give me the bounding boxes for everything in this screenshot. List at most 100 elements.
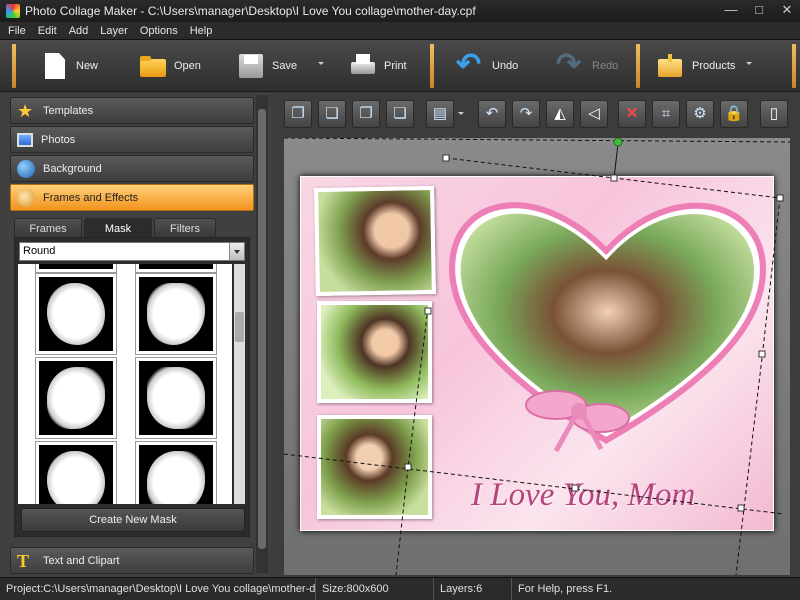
undo-button[interactable]: Undo (456, 46, 518, 86)
align-icon[interactable]: ▤ (426, 100, 454, 128)
app-icon (6, 4, 20, 18)
send-backward-icon[interactable]: ❏ (386, 100, 414, 128)
printer-icon (348, 51, 378, 81)
minimize-icon[interactable]: — (722, 2, 740, 18)
tab-filters[interactable]: Filters (154, 218, 216, 238)
undo-label: Undo (492, 60, 519, 72)
disk-icon (236, 51, 266, 81)
redo-label: Redo (592, 60, 619, 72)
section-label: Background (43, 162, 102, 175)
collage-photo[interactable] (317, 301, 432, 403)
print-button[interactable]: Print (348, 46, 407, 86)
rotate-right-icon[interactable]: ↷ (512, 100, 540, 128)
effects-tabs: Frames Mask Filters (14, 218, 250, 238)
chevron-down-icon[interactable] (229, 243, 244, 260)
create-new-mask-button[interactable]: Create New Mask (21, 508, 245, 532)
mask-thumbnail[interactable] (36, 264, 116, 272)
products-dropdown-icon[interactable] (746, 62, 752, 65)
toolbar-separator (12, 44, 16, 88)
new-label: New (76, 60, 99, 72)
mask-thumbnail[interactable] (136, 442, 216, 504)
canvas-toolbar: ❐ ❏ ❐ ❏ ▤ ↶ ↷ ◭ ◁ ✕ ⌗ ⚙ 🔒 ▯ (284, 98, 790, 132)
mask-thumbnail[interactable] (36, 274, 116, 354)
status-help: For Help, press F1. (518, 582, 613, 595)
settings-icon[interactable]: ⚙ (686, 100, 714, 128)
menu-bar: File Edit Add Layer Options Help (0, 22, 800, 40)
window-title: Photo Collage Maker - C:\Users\manager\D… (25, 4, 476, 18)
mask-type-select[interactable]: Round (19, 242, 245, 261)
star-icon: ★ (17, 100, 34, 121)
mask-scrollbar[interactable] (234, 264, 245, 504)
left-panel-scrollbar[interactable] (256, 95, 268, 573)
new-button[interactable]: New (40, 46, 98, 86)
caption-text[interactable]: I Love You, Mom (471, 477, 771, 514)
mask-type-value: Round (23, 245, 56, 257)
save-button[interactable]: Save (236, 46, 297, 86)
new-document-icon (45, 53, 65, 79)
mask-thumbnail[interactable] (136, 264, 216, 272)
mask-thumbnail[interactable] (136, 274, 216, 354)
folder-icon (138, 51, 168, 81)
menu-help[interactable]: Help (190, 25, 213, 37)
title-bar: Photo Collage Maker - C:\Users\manager\D… (0, 0, 800, 22)
menu-options[interactable]: Options (140, 25, 178, 37)
menu-add[interactable]: Add (69, 25, 89, 37)
redo-button[interactable]: Redo (556, 46, 618, 86)
section-text-and-clipart[interactable]: T Text and Clipart (10, 547, 254, 574)
toolbar-separator (792, 44, 796, 88)
status-layers: Layers:6 (434, 577, 512, 600)
main-toolbar: New Open Save Print Undo Redo Products (0, 40, 800, 92)
menu-edit[interactable]: Edit (38, 25, 57, 37)
mask-thumbnail[interactable] (36, 442, 116, 504)
crop-icon[interactable]: ⌗ (652, 100, 680, 128)
rotate-left-icon[interactable]: ↶ (478, 100, 506, 128)
section-templates[interactable]: ★ Templates (10, 97, 254, 124)
menu-layer[interactable]: Layer (100, 25, 128, 37)
mask-thumbnail[interactable] (136, 358, 216, 438)
mask-panel: Round Create New Mask (14, 237, 250, 537)
collage-photo[interactable] (314, 185, 436, 297)
section-frames-and-effects[interactable]: Frames and Effects (10, 184, 254, 211)
delete-icon[interactable]: ✕ (618, 100, 646, 128)
undo-icon (456, 47, 486, 82)
background-icon (17, 159, 35, 178)
heart-frame-photo[interactable] (441, 183, 771, 453)
mask-thumbnail[interactable] (36, 358, 116, 438)
maximize-icon[interactable]: □ (750, 2, 768, 18)
redo-icon (556, 47, 586, 82)
page-icon[interactable]: ▯ (760, 100, 788, 128)
align-dropdown-icon[interactable] (458, 112, 464, 115)
save-label: Save (272, 60, 298, 72)
menu-file[interactable]: File (8, 25, 26, 37)
section-label: Frames and Effects (43, 191, 139, 204)
flip-vertical-icon[interactable]: ◁ (580, 100, 608, 128)
section-label: Photos (41, 133, 76, 146)
palette-icon (17, 188, 35, 207)
bring-to-front-icon[interactable]: ❐ (284, 100, 312, 128)
status-bar: Project:C:\Users\manager\Desktop\I Love … (0, 577, 800, 600)
mask-gallery (18, 264, 232, 504)
bring-forward-icon[interactable]: ❐ (352, 100, 380, 128)
save-dropdown-icon[interactable] (318, 62, 324, 65)
print-label: Print (384, 60, 407, 72)
close-icon[interactable]: ✕ (778, 2, 796, 18)
send-to-back-icon[interactable]: ❏ (318, 100, 346, 128)
canvas-area[interactable]: I Love You, Mom (284, 138, 790, 575)
toolbar-separator (430, 44, 434, 88)
tab-mask[interactable]: Mask (84, 218, 152, 238)
status-project-path: Project:C:\Users\manager\Desktop\I Love … (0, 577, 316, 600)
collage-canvas[interactable]: I Love You, Mom (300, 176, 774, 531)
box-icon (656, 51, 686, 81)
section-label: Text and Clipart (43, 554, 120, 567)
tab-frames[interactable]: Frames (14, 218, 82, 238)
section-photos[interactable]: Photos (10, 126, 254, 153)
products-label: Products (692, 60, 736, 72)
flip-horizontal-icon[interactable]: ◭ (546, 100, 574, 128)
section-background[interactable]: Background (10, 155, 254, 182)
collage-photo[interactable] (317, 415, 432, 519)
products-button[interactable]: Products (656, 46, 735, 86)
open-label: Open (174, 60, 201, 72)
photo-icon (17, 132, 33, 147)
open-button[interactable]: Open (138, 46, 201, 86)
lock-icon[interactable]: 🔒 (720, 100, 748, 128)
